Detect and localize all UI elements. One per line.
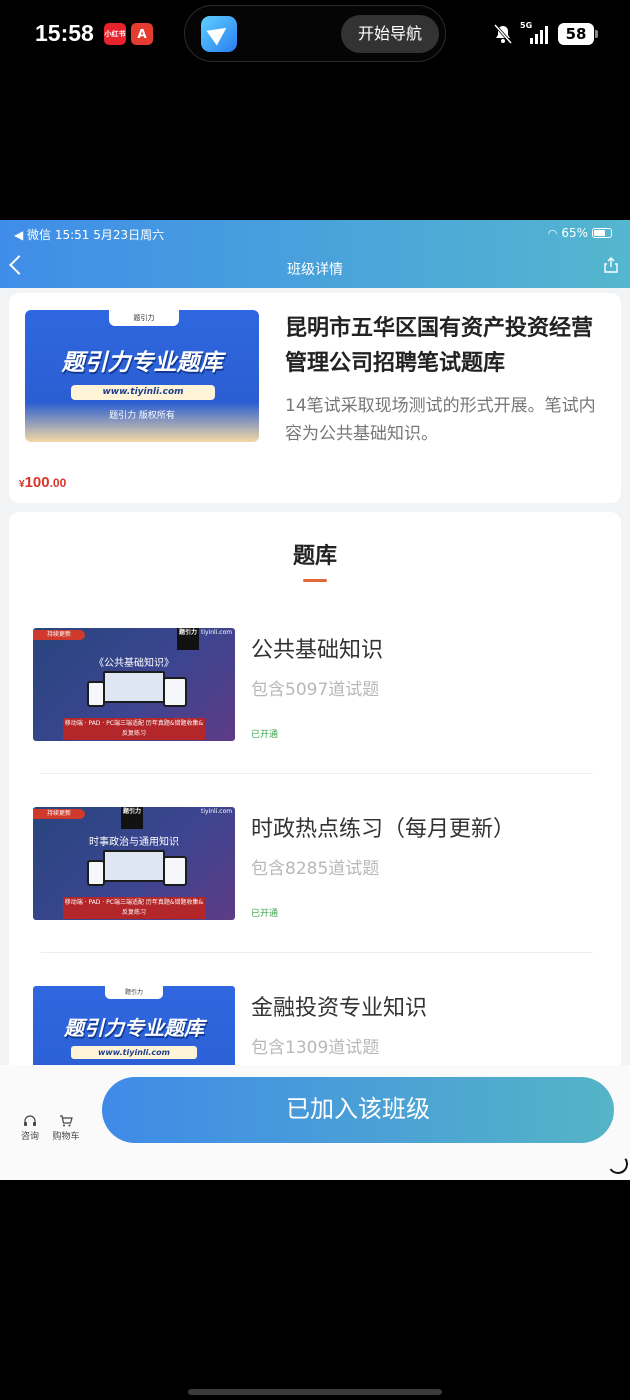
thumb-logo: 题引力 [105,986,163,999]
question-bank-item[interactable]: 持续更新 题引力 tiyinli.com 《公共基础知识》 移动端 · PAD … [33,628,597,778]
app-header: ◀ 微信 15:51 5月23日周六 ◠ 65% 班级详情 [0,220,630,288]
divider [41,952,593,953]
inner-status-left: ◀ 微信 15:51 5月23日周六 [14,228,165,242]
cart-label: 购物车 [52,1132,80,1142]
thumb-features: 移动端 · PAD · PC端三端适配 历年真题&错题收集&反复练习 [63,718,205,740]
item-title[interactable]: 时政热点练习（每月更新） [251,811,515,843]
thumb-logo: 题引力 [121,807,143,829]
price-integer: 100 [24,474,50,491]
dynamic-island[interactable]: 开始导航 [184,5,446,62]
a-app-icon: A [131,23,153,45]
price-decimal: .00 [49,476,67,490]
thumb-features: 移动端 · PAD · PC端三端适配 历年真题&错题收集&反复练习 [63,897,205,919]
cover-logo: 题引力 [109,310,179,326]
wifi-icon: ◠ [547,226,558,240]
course-price: ¥100.00 [19,474,66,492]
course-title: 昆明市五华区国有资产投资经营管理公司招聘笔试题库 [285,316,594,376]
app-screen: ◀ 微信 15:51 5月23日周六 ◠ 65% 班级详情 题引力 题引力专业题… [0,220,630,1180]
home-indicator[interactable] [188,1389,442,1395]
navigation-app-icon[interactable] [201,16,237,52]
item-question-count: 包含5097道试题 [251,680,380,700]
item-thumbnail: 持续更新 题引力 tiyinli.com 时事政治与通用知识 移动端 · PAD… [33,807,235,920]
xiaohongshu-app-icon: 小红书 [104,23,126,45]
phone-status-bar: 15:58 小红书 A 开始导航 5G 58 [0,0,630,70]
phone-clock: 15:58 [35,20,94,46]
thumb-update-tag: 持续更新 [33,809,85,819]
thumb-title: 题引力专业题库 [64,1016,204,1040]
share-icon[interactable] [604,257,618,273]
item-question-count: 包含1309道试题 [251,1038,380,1058]
course-info-card: 题引力 题引力专业题库 www.tiyinli.com 题引力 版权所有 昆明市… [9,293,621,503]
question-bank-heading: 题库 [292,544,337,569]
cover-url: www.tiyinli.com [71,385,215,400]
cover-title: 题引力专业题库 [61,350,223,376]
course-cover-image: 题引力 题引力专业题库 www.tiyinli.com 题引力 版权所有 [25,310,259,442]
course-description: 14笔试采取现场测试的形式开展。笔试内容为公共基础知识。 [285,396,596,444]
item-status: 已开通 [251,730,279,740]
cover-copyright: 题引力 版权所有 [109,411,175,421]
inner-battery-percent: 65% [561,226,588,240]
inner-status-right: ◠ 65% [548,226,612,240]
heading-underline [303,579,327,582]
bottom-action-bar: 咨询 购物车 已加入该班级 [0,1065,630,1180]
headset-icon [24,1115,36,1126]
joined-class-button[interactable]: 已加入该班级 [102,1077,614,1143]
cart-icon [60,1115,73,1127]
item-thumbnail: 持续更新 题引力 tiyinli.com 《公共基础知识》 移动端 · PAD … [33,628,235,741]
battery-indicator: 58 [558,23,598,45]
bell-muted-icon [494,24,512,44]
item-title[interactable]: 金融投资专业知识 [251,990,427,1022]
question-bank-item[interactable]: 持续更新 题引力 tiyinli.com 时事政治与通用知识 移动端 · PAD… [33,807,597,957]
thumb-title: 时事政治与通用知识 [89,837,179,848]
cellular-signal-icon: 5G [520,21,552,46]
start-navigation-pill[interactable]: 开始导航 [341,15,439,53]
device-mockup-icon [87,671,187,707]
thumb-logo: 题引力 [177,628,199,650]
thumb-brand: tiyinli.com [201,629,233,636]
item-question-count: 包含8285道试题 [251,859,380,879]
thumb-update-tag: 持续更新 [33,630,85,640]
divider [41,773,593,774]
cart-button[interactable]: 购物车 [46,1115,86,1142]
item-title[interactable]: 公共基础知识 [251,632,383,664]
thumb-title: 《公共基础知识》 [94,658,174,669]
thumb-url: www.tiyinli.com [71,1046,197,1059]
item-status: 已开通 [251,909,279,919]
consult-label: 咨询 [20,1132,39,1142]
device-mockup-icon [87,850,187,886]
thumb-brand: tiyinli.com [201,808,233,815]
page-title: 班级详情 [287,262,343,278]
consult-button[interactable]: 咨询 [10,1115,50,1142]
inner-battery-icon [592,228,612,238]
